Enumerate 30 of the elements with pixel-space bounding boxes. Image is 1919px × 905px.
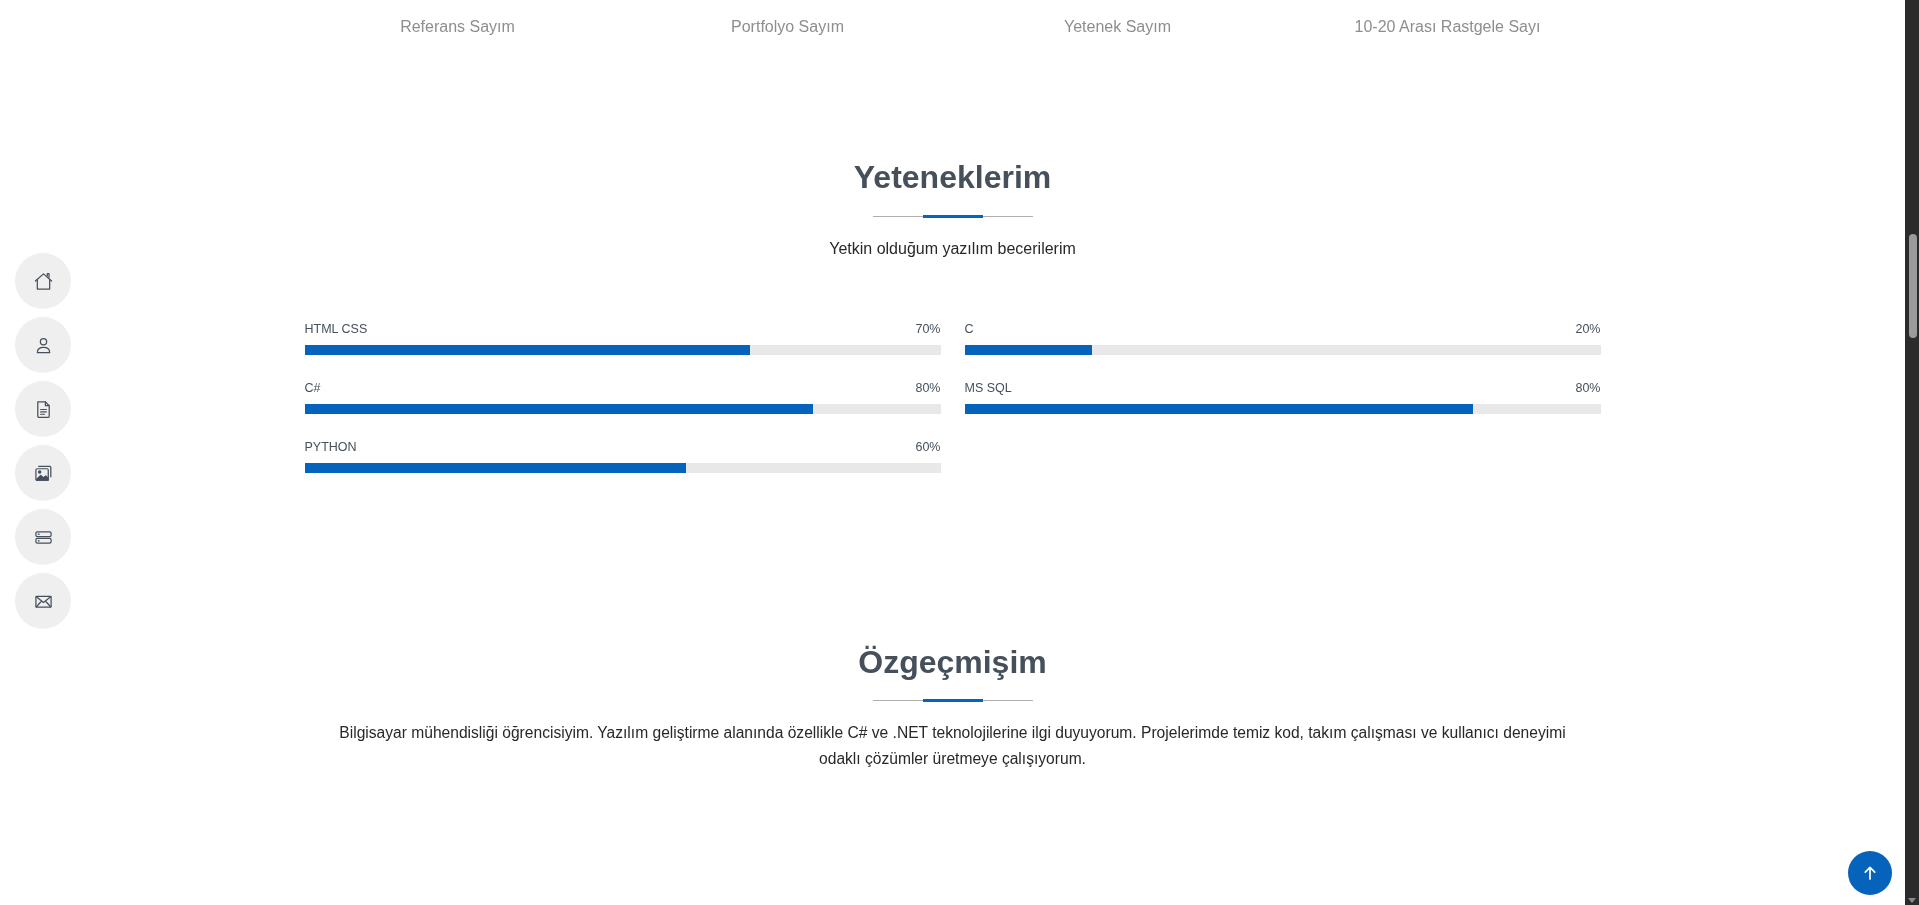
section-title: Yeteneklerim [853,158,1052,197]
skill-name: MS SQL [964,380,1012,397]
nav-button[interactable] [15,573,71,629]
skill-name: C# [304,380,321,397]
nav-button[interactable] [15,253,71,309]
skill-percent: 80% [1575,380,1601,397]
section-title: Özgeçmişim [858,643,1047,682]
house-icon [33,271,53,291]
skill-percent: 60% [915,439,941,456]
scroll-down-arrow-icon[interactable] [1908,898,1916,903]
resume-text: Bilgisayar mühendisliği öğrencisiyim. Yazılım geliştirme alanında özellikle C# ve .NET teknolojilerine ilgi duyuyorum. Projelerimde temiz kod, takım çalışması ve kullanıcı deneyimi odaklı çözümler üretmeye çalışıyorum. [338,723,1567,769]
counter-label: Yetenek Sayım [1064,17,1171,37]
skill-name: PYTHON [304,439,357,456]
scroll-to-top-button[interactable] [1848,851,1892,895]
skill-name: C [964,321,974,338]
counter-label: Portfolyo Sayım [731,17,844,37]
nav-button[interactable] [15,445,71,501]
section-subtitle: Yetkin olduğum yazılım becerilerim [829,239,1076,259]
nav-button[interactable] [15,381,71,437]
counter-label: Referans Sayım [400,17,515,37]
arrow-up-icon [1864,866,1876,880]
skill-percent: 80% [915,380,941,397]
counter-label: 10-20 Arası Rastgele Sayı [1354,17,1541,37]
skill-percent: 20% [1575,321,1601,338]
skill-percent: 70% [915,321,941,338]
scrollbar-thumb[interactable] [1909,234,1917,338]
images-icon [33,463,53,483]
skill-name: HTML CSS [304,321,368,338]
scrollbar-track[interactable] [1905,0,1919,905]
nav-button[interactable] [15,509,71,565]
